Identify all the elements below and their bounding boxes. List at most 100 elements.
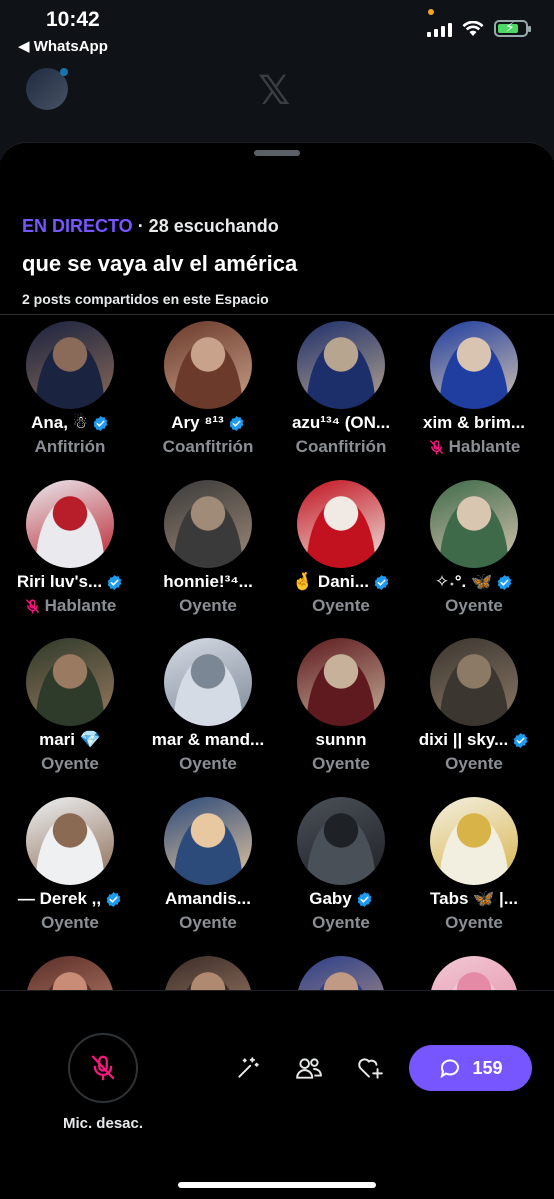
cellular-signal-icon (427, 21, 452, 37)
participant-card[interactable]: azu¹³⁴ (ON... Coanfitrión (272, 321, 410, 471)
participant-name-text: — Derek ,, (17, 889, 102, 908)
participant-name: Ana, ☃ (1, 413, 139, 433)
participant-avatar[interactable] (297, 638, 385, 726)
react-button[interactable] (355, 1053, 385, 1083)
participant-avatar[interactable] (297, 321, 385, 409)
mic-off-icon (91, 1055, 115, 1081)
participant-card[interactable] (139, 956, 277, 991)
participant-role: Oyente (272, 754, 410, 774)
participant-name-text: dixi || sky... (418, 730, 509, 749)
participant-name: ✧˖°. 🦋 (405, 572, 543, 592)
participant-role-text: Oyente (445, 913, 503, 932)
participant-avatar[interactable] (26, 321, 114, 409)
participant-name: dixi || sky... (405, 730, 543, 750)
participant-card[interactable]: ✧˖°. 🦋 Oyente (405, 480, 543, 630)
participant-name-text: ✧˖°. 🦋 (434, 572, 493, 591)
participant-card[interactable]: Ary ⁸¹³ Coanfitrión (139, 321, 277, 471)
people-icon (296, 1058, 322, 1079)
participant-role-text: Oyente (312, 913, 370, 932)
participant-role: Oyente (405, 596, 543, 616)
verified-badge-icon (107, 574, 122, 590)
participant-name-text: mari 💎 (39, 730, 101, 749)
mic-toggle-button[interactable] (68, 1033, 138, 1103)
participant-role-text: Oyente (41, 913, 99, 932)
participant-avatar[interactable] (430, 480, 518, 568)
participant-name: azu¹³⁴ (ON... (272, 413, 410, 433)
participant-avatar[interactable] (297, 797, 385, 885)
participant-avatar[interactable] (164, 321, 252, 409)
participant-card[interactable]: Amandis... Oyente (139, 797, 277, 947)
comment-icon (440, 1059, 460, 1079)
participant-avatar[interactable] (164, 638, 252, 726)
participant-avatar[interactable] (164, 480, 252, 568)
participant-card[interactable]: mar & mand... Oyente (139, 638, 277, 788)
participant-avatar[interactable] (164, 956, 252, 991)
verified-badge-icon (497, 574, 512, 590)
participant-role: Coanfitrión (139, 437, 277, 457)
participant-card[interactable]: Gaby Oyente (272, 797, 410, 947)
participant-card[interactable]: Ana, ☃ Anfitrión (1, 321, 139, 471)
participant-avatar[interactable] (26, 956, 114, 991)
participant-role: Hablante (405, 437, 543, 457)
participant-role: Oyente (1, 913, 139, 933)
sparkle-wand-icon (238, 1057, 259, 1078)
participant-name-text: azu¹³⁴ (ON... (291, 413, 391, 432)
participant-role-text: Coanfitrión (295, 437, 387, 456)
battery-icon: ⚡ (494, 19, 531, 37)
participant-card[interactable] (272, 956, 410, 991)
participants-button[interactable] (294, 1053, 324, 1083)
participant-avatar[interactable] (26, 797, 114, 885)
participant-role-text: Oyente (179, 596, 237, 615)
mic-in-use-indicator (428, 9, 434, 15)
participant-avatar[interactable] (164, 797, 252, 885)
participant-name-text: Amandis... (165, 889, 251, 908)
participant-name-text: 🤞 Dani... (292, 572, 369, 591)
participant-card[interactable]: mari 💎 Oyente (1, 638, 139, 788)
participant-card[interactable]: 🤞 Dani... Oyente (272, 480, 410, 630)
participant-name: mar & mand... (139, 730, 277, 750)
participant-role-text: Oyente (445, 754, 503, 773)
notification-dot (60, 68, 68, 76)
participant-avatar[interactable] (430, 797, 518, 885)
listener-count: · 28 escuchando (132, 216, 279, 236)
participant-avatar[interactable] (297, 956, 385, 991)
back-to-app-link[interactable]: ◀ WhatsApp (18, 37, 108, 55)
participant-avatar[interactable] (26, 480, 114, 568)
status-time: 10:42 (46, 8, 100, 31)
participant-card[interactable]: honnie!³⁴... Oyente (139, 480, 277, 630)
comments-button[interactable]: 159 (409, 1045, 532, 1091)
mic-status-label: Mic. desac. (62, 1115, 144, 1132)
participant-avatar[interactable] (430, 638, 518, 726)
home-indicator[interactable] (178, 1182, 376, 1188)
participant-role-text: Oyente (41, 754, 99, 773)
bottom-control-bar: Mic. desac. 159 (0, 990, 554, 1199)
sheet-drag-handle[interactable] (254, 150, 300, 156)
participant-role-text: Oyente (445, 596, 503, 615)
participant-card[interactable]: sunnn Oyente (272, 638, 410, 788)
participant-card[interactable]: xim & brim... Hablante (405, 321, 543, 471)
participant-name: honnie!³⁴... (139, 572, 277, 592)
participant-card[interactable] (405, 956, 543, 991)
participant-card[interactable]: Tabs 🦋 |... Oyente (405, 797, 543, 947)
participant-avatar[interactable] (297, 480, 385, 568)
participant-avatar[interactable] (430, 956, 518, 991)
heart-plus-icon (358, 1058, 383, 1079)
effects-button[interactable] (233, 1053, 263, 1083)
participant-card[interactable] (1, 956, 139, 991)
participant-name: — Derek ,, (1, 889, 139, 909)
status-bar: 10:42 ◀ WhatsApp ⚡ (0, 0, 554, 60)
participant-role-text: Anfitrión (34, 437, 106, 456)
live-status: EN DIRECTO · 28 escuchando (22, 216, 279, 237)
participant-card[interactable]: dixi || sky... Oyente (405, 638, 543, 788)
participant-name: Amandis... (139, 889, 277, 909)
participant-role-text: Hablante (44, 596, 117, 615)
participant-card[interactable]: Riri luv's... Hablante (1, 480, 139, 630)
participant-avatar[interactable] (430, 321, 518, 409)
verified-badge-icon (513, 732, 528, 748)
mic-off-icon (429, 439, 443, 455)
participant-role: Oyente (405, 754, 543, 774)
participant-role-text: Coanfitrión (162, 437, 254, 456)
participant-card[interactable]: — Derek ,, Oyente (1, 797, 139, 947)
participant-avatar[interactable] (26, 638, 114, 726)
shared-posts-link[interactable]: 2 posts compartidos en este Espacio (22, 291, 269, 307)
